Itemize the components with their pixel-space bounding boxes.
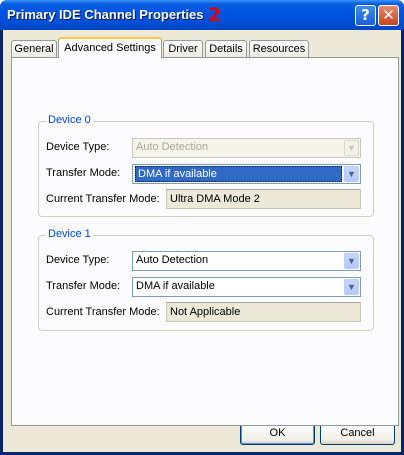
device1-transfer-select[interactable]: DMA if available ▼ — [132, 277, 361, 297]
device0-type-value: Auto Detection — [136, 141, 209, 153]
help-icon: ? — [361, 6, 370, 24]
device1-group: Device 1 Device Type: Auto Detection ▼ T… — [38, 228, 374, 331]
close-icon: ✕ — [382, 6, 395, 24]
dialog-client-area: General Advanced Settings Driver Details… — [3, 30, 401, 452]
tab-driver[interactable]: Driver — [163, 40, 203, 57]
device0-current-field: Ultra DMA Mode 2 — [166, 189, 361, 209]
close-button[interactable]: ✕ — [378, 5, 399, 26]
device1-type-label: Device Type: — [46, 254, 110, 266]
chevron-down-icon: ▼ — [344, 140, 359, 156]
device0-legend: Device 0 — [46, 114, 93, 126]
tab-details[interactable]: Details — [205, 40, 247, 57]
chevron-down-icon[interactable]: ▼ — [344, 166, 359, 182]
device1-current-label: Current Transfer Mode: — [46, 306, 160, 318]
device0-current-value: Ultra DMA Mode 2 — [170, 193, 260, 205]
device1-transfer-value: DMA if available — [136, 280, 215, 292]
device0-group: Device 0 Device Type: Auto Detection ▼ T… — [38, 114, 374, 217]
device0-transfer-select[interactable]: DMA if available ▼ — [132, 164, 361, 184]
chevron-down-icon[interactable]: ▼ — [344, 253, 359, 269]
annotation-marker: 2 — [208, 4, 222, 26]
device0-type-select: Auto Detection ▼ — [132, 138, 361, 158]
device0-transfer-value: DMA if available — [135, 166, 342, 182]
tab-general[interactable]: General — [11, 40, 57, 57]
device1-type-select[interactable]: Auto Detection ▼ — [132, 251, 361, 271]
chevron-down-icon[interactable]: ▼ — [344, 279, 359, 295]
help-button[interactable]: ? — [355, 5, 376, 26]
advanced-settings-panel: Device 0 Device Type: Auto Detection ▼ T… — [11, 57, 399, 426]
dialog-window: Primary IDE Channel Properties 2 ? ✕ Gen… — [0, 0, 404, 455]
tab-resources[interactable]: Resources — [249, 40, 309, 57]
device1-legend: Device 1 — [46, 228, 93, 240]
device0-current-label: Current Transfer Mode: — [46, 193, 160, 205]
device0-type-label: Device Type: — [46, 141, 110, 153]
device1-type-value: Auto Detection — [136, 254, 209, 266]
device0-transfer-label: Transfer Mode: — [46, 167, 121, 179]
device1-transfer-label: Transfer Mode: — [46, 280, 121, 292]
device1-current-value: Not Applicable — [170, 306, 241, 318]
title-bar[interactable]: Primary IDE Channel Properties 2 ? ✕ — [0, 0, 404, 30]
window-title: Primary IDE Channel Properties — [7, 7, 204, 22]
tab-advanced-settings[interactable]: Advanced Settings — [58, 37, 162, 58]
device1-current-field: Not Applicable — [166, 302, 361, 322]
